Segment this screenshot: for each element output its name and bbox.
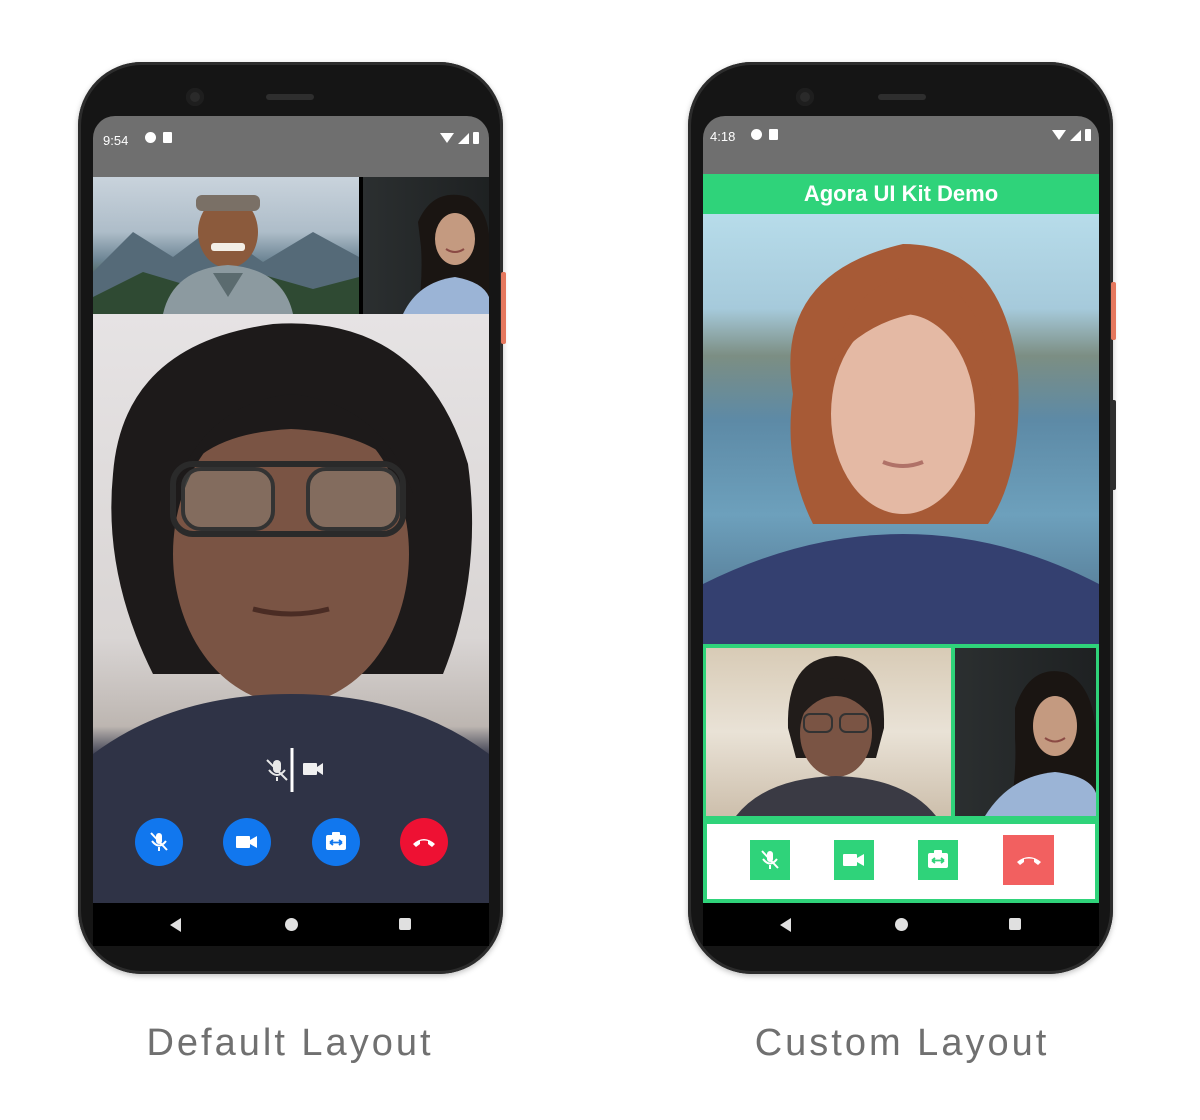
video-toggle-button[interactable] bbox=[223, 818, 271, 866]
phone-default-layout: 9:54 bbox=[78, 62, 506, 974]
status-time: 4:18 bbox=[710, 129, 736, 144]
mic-off-overlay-icon bbox=[266, 759, 288, 781]
video-toggle-button[interactable] bbox=[834, 840, 874, 880]
nav-home-icon[interactable] bbox=[895, 918, 908, 931]
remote-user-2-image bbox=[403, 194, 489, 314]
screen: 9:54 bbox=[93, 116, 489, 946]
nav-home-icon[interactable] bbox=[285, 918, 298, 931]
nav-back-icon[interactable] bbox=[170, 918, 181, 932]
battery-icon bbox=[473, 132, 479, 144]
remote-video-tile-1[interactable] bbox=[93, 177, 359, 314]
local-user-image bbox=[93, 323, 489, 903]
navigation-bar bbox=[703, 903, 1099, 946]
app-notification-icon bbox=[145, 132, 156, 143]
mute-mic-button[interactable] bbox=[750, 840, 790, 880]
end-call-icon bbox=[1016, 857, 1041, 865]
app-notification-icon bbox=[751, 129, 762, 140]
video-overlay-icon bbox=[303, 763, 323, 775]
remote-user-1-image bbox=[736, 656, 936, 816]
app-title-bar: Agora UI Kit Demo bbox=[703, 174, 1099, 214]
app-title: Agora UI Kit Demo bbox=[803, 181, 999, 206]
local-status-overlay bbox=[255, 746, 329, 794]
signal-icon bbox=[1070, 129, 1081, 141]
mic-off-icon bbox=[761, 850, 779, 869]
nav-recents-icon[interactable] bbox=[399, 918, 411, 930]
remote-user-2-image bbox=[985, 671, 1096, 816]
video-camera-icon bbox=[843, 854, 864, 866]
status-time: 9:54 bbox=[103, 133, 129, 148]
battery-icon bbox=[1085, 129, 1091, 141]
navigation-bar bbox=[93, 903, 489, 946]
nav-back-icon[interactable] bbox=[780, 918, 791, 932]
main-video-view bbox=[703, 214, 1099, 644]
end-call-button[interactable] bbox=[1003, 835, 1054, 885]
switch-camera-icon bbox=[928, 850, 948, 868]
remote-video-tile-2[interactable] bbox=[955, 648, 1096, 816]
remote-video-tile-2[interactable] bbox=[363, 177, 489, 314]
wifi-icon bbox=[1052, 130, 1066, 140]
remote-user-1-image bbox=[93, 195, 359, 314]
end-call-icon bbox=[413, 839, 435, 847]
mute-mic-button[interactable] bbox=[135, 818, 183, 866]
switch-camera-button[interactable] bbox=[918, 840, 958, 880]
caption-default-layout: Default Layout bbox=[146, 1022, 434, 1064]
main-video-view bbox=[93, 314, 489, 903]
switch-camera-button[interactable] bbox=[312, 818, 360, 866]
custom-control-bar bbox=[703, 820, 1099, 903]
status-bar: 9:54 bbox=[93, 116, 489, 177]
front-camera bbox=[796, 88, 814, 106]
front-camera bbox=[186, 88, 204, 106]
earpiece-speaker bbox=[878, 94, 926, 100]
bottom-video-strip bbox=[703, 644, 1099, 820]
power-button bbox=[1111, 282, 1116, 340]
sim-card-icon bbox=[163, 132, 172, 143]
mic-off-icon bbox=[150, 832, 168, 851]
caption-custom-layout: Custom Layout bbox=[754, 1022, 1050, 1064]
wifi-icon bbox=[440, 133, 454, 143]
phone-custom-layout: 4:18 Agora UI Kit Demo bbox=[688, 62, 1116, 974]
volume-button bbox=[1111, 400, 1116, 490]
end-call-button[interactable] bbox=[400, 818, 448, 866]
remote-user-main-image bbox=[703, 244, 1099, 644]
power-button bbox=[501, 272, 506, 344]
screen: 4:18 Agora UI Kit Demo bbox=[703, 116, 1099, 946]
sim-card-icon bbox=[769, 129, 778, 140]
signal-icon bbox=[458, 132, 469, 144]
earpiece-speaker bbox=[266, 94, 314, 100]
switch-camera-icon bbox=[326, 832, 346, 850]
video-camera-icon bbox=[236, 836, 257, 848]
status-bar: 4:18 bbox=[703, 116, 1099, 174]
nav-recents-icon[interactable] bbox=[1009, 918, 1021, 930]
remote-video-tile-1[interactable] bbox=[706, 648, 951, 816]
